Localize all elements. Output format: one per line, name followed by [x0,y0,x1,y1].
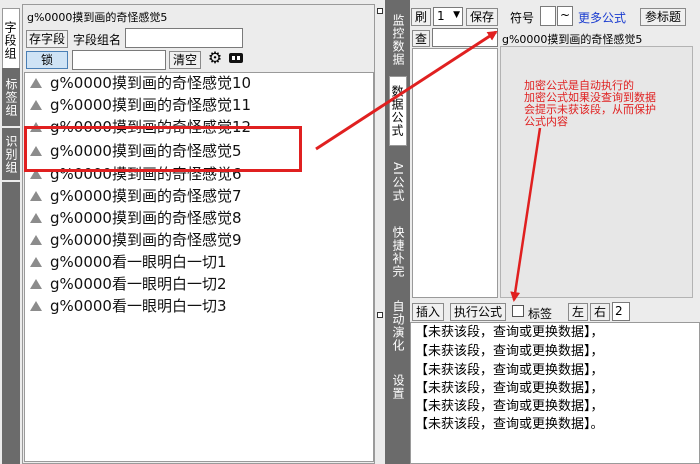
list-item[interactable]: g%0000摸到画的奇怪感觉9 [28,230,242,250]
tab-data-formula[interactable]: 数据公式 [389,76,407,146]
formula-name-list[interactable] [412,48,498,298]
output-line: 【未获该段，查询或更换数据】， [415,344,604,359]
list-item[interactable]: g%0000摸到画的奇怪感觉8 [28,208,242,228]
field-group-label: 字段组名 [73,33,122,47]
list-item[interactable]: g%0000看一眼明白一切3 [28,296,227,316]
tab-settings[interactable]: 设置 [389,370,407,404]
right-button[interactable]: 右 [590,303,610,321]
field-group-input[interactable] [125,28,243,48]
dot-marker [377,312,383,318]
save-field-button[interactable]: 存字段 [26,30,68,48]
symbol-value[interactable]: ~ [557,6,573,26]
gear-icon[interactable]: ⚙ [206,49,224,67]
output-line: 【未获该段，查询或更换数据】， [415,325,604,340]
output-line: 【未获该段，查询或更换数据】。 [415,417,604,432]
clear-button[interactable]: 清空 [169,51,201,69]
list-item[interactable]: g%0000摸到画的奇怪感觉11 [28,95,251,115]
symbol-input[interactable] [540,6,556,26]
tab-monitor-data[interactable]: 监控数据 [389,12,407,68]
tag-checkbox[interactable] [512,305,524,317]
highlight-box [24,126,302,172]
count-select[interactable]: 1 ▼ [433,7,463,26]
refresh-button[interactable]: 刷 [411,8,431,26]
tab-tag-group[interactable]: 标签组 [2,68,20,126]
list-item[interactable]: g%0000看一眼明白一切2 [28,274,227,294]
param-title-button[interactable]: 参标题 [640,8,686,26]
output-line: 【未获该段，查询或更换数据】， [415,363,604,378]
right-value-input[interactable]: 2 [612,302,630,321]
dot-marker [377,8,383,14]
search-input[interactable] [72,50,166,70]
list-item[interactable]: g%0000看一眼明白一切1 [28,252,227,272]
symbol-label: 符号 [510,11,535,25]
left-tab-strip [2,182,20,464]
output-line: 【未获该段，查询或更换数据】， [415,399,604,414]
tab-recognize-group[interactable]: 识别组 [2,128,20,180]
tag-label: 标签 [528,307,553,321]
count-value: 1 [437,9,445,23]
insert-button[interactable]: 插入 [412,303,444,321]
list-item[interactable]: g%0000摸到画的奇怪感觉10 [28,73,251,93]
tab-ai-formula[interactable]: AI公式 [389,152,407,212]
annotation-text: 加密公式是自动执行的 加密公式如果没查询到数据 会提示未获该段，从而保护 公式内… [524,79,656,128]
lookup-input[interactable] [432,28,498,47]
keyboard-icon[interactable] [229,53,243,63]
formula-title: g%0000摸到画的奇怪感觉5 [502,33,643,46]
more-formula-link[interactable]: 更多公式 [578,9,626,26]
left-button[interactable]: 左 [568,303,588,321]
output-line: 【未获该段，查询或更换数据】， [415,381,604,396]
tab-field-group[interactable]: 字段组 [2,8,20,72]
chevron-down-icon: ▼ [453,10,460,20]
tab-auto-evolve[interactable]: 自动演化 [389,296,407,356]
tab-quick-complete[interactable]: 快捷补完 [389,222,407,282]
lock-button[interactable]: 锁 [26,51,68,69]
lookup-button[interactable]: 查 [412,30,430,47]
field-panel-title: g%0000摸到画的奇怪感觉5 [27,11,168,24]
list-item[interactable]: g%0000摸到画的奇怪感觉7 [28,186,242,206]
execute-formula-button[interactable]: 执行公式 [450,303,506,321]
save-button[interactable]: 保存 [466,8,498,26]
